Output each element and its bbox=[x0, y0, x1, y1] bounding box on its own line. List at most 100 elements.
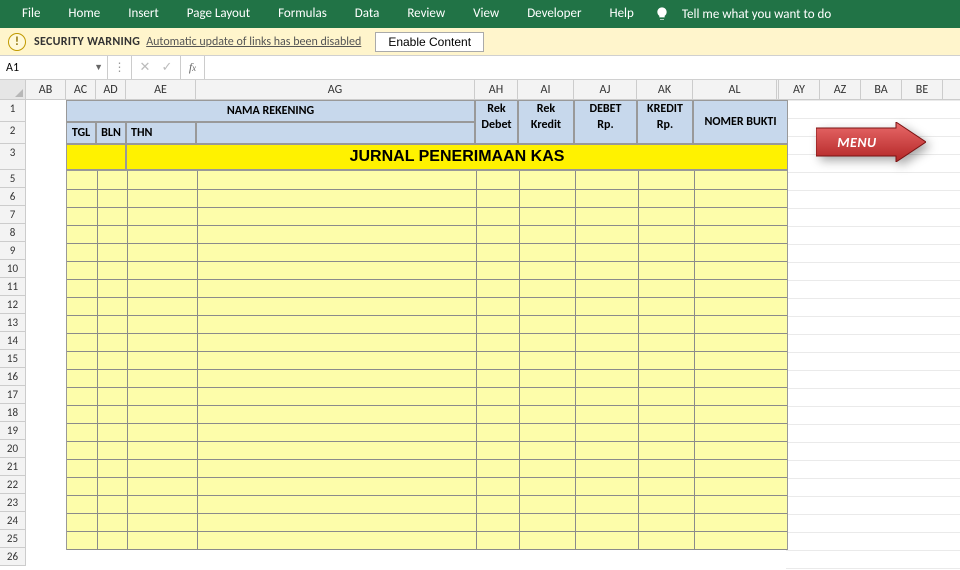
ribbon-tab-developer[interactable]: Developer bbox=[513, 0, 595, 28]
ribbon-tab-home[interactable]: Home bbox=[54, 0, 114, 28]
yellow-strip-left bbox=[66, 144, 126, 170]
cancel-icon: ✕ bbox=[134, 60, 156, 75]
header-kredit-l1: KREDIT bbox=[647, 102, 683, 116]
column-header-BE[interactable]: BE bbox=[902, 80, 943, 99]
header-kredit-l2: Rp. bbox=[657, 118, 673, 132]
ribbon-tab-help[interactable]: Help bbox=[595, 0, 647, 28]
column-header-AK[interactable]: AK bbox=[637, 80, 693, 99]
ribbon-tab-page-layout[interactable]: Page Layout bbox=[173, 0, 264, 28]
column-header-AJ[interactable]: AJ bbox=[574, 80, 637, 99]
header-rek-debet-l2: Debet bbox=[481, 118, 511, 132]
formula-bar-row: A1 ▼ ⋮ ✕ ✓ fx bbox=[0, 56, 960, 80]
name-box[interactable]: A1 ▼ bbox=[0, 56, 108, 79]
column-header-AL[interactable]: AL bbox=[693, 80, 777, 99]
header-rek-kredit-l2: Kredit bbox=[531, 118, 561, 132]
formula-actions: ✕ ✓ bbox=[132, 56, 181, 79]
header-kredit: KREDIT Rp. bbox=[637, 100, 693, 144]
column-header-AI[interactable]: AI bbox=[518, 80, 574, 99]
column-header-AC[interactable]: AC bbox=[66, 80, 96, 99]
row-header-7[interactable]: 7 bbox=[0, 206, 26, 224]
row-header-23[interactable]: 23 bbox=[0, 494, 26, 512]
row-header-16[interactable]: 16 bbox=[0, 368, 26, 386]
ribbon-tab-file[interactable]: File bbox=[8, 0, 54, 28]
row-header-13[interactable]: 13 bbox=[0, 314, 26, 332]
row-header-22[interactable]: 22 bbox=[0, 476, 26, 494]
header-rek-debet-l1: Rek bbox=[487, 102, 505, 116]
security-warning-message[interactable]: Automatic update of links has been disab… bbox=[146, 35, 361, 49]
ribbon-tab-formulas[interactable]: Formulas bbox=[264, 0, 341, 28]
menu-button[interactable]: MENU bbox=[816, 122, 926, 162]
enable-content-button[interactable]: Enable Content bbox=[375, 32, 484, 52]
cells-area[interactable]: NAMA REKENING TGL BLN THN Rek Debet Rek Kr… bbox=[26, 100, 960, 570]
header-nomer-bukti-label: NOMER BUKTI bbox=[694, 101, 787, 143]
column-header-AZ[interactable]: AZ bbox=[820, 80, 861, 99]
row-header-12[interactable]: 12 bbox=[0, 296, 26, 314]
row-header-9[interactable]: 9 bbox=[0, 242, 26, 260]
grid-lines bbox=[786, 100, 960, 570]
row-header-5[interactable]: 5 bbox=[0, 170, 26, 188]
header-debet: DEBET Rp. bbox=[574, 100, 637, 144]
select-all-button[interactable] bbox=[0, 80, 26, 99]
row-header-11[interactable]: 11 bbox=[0, 278, 26, 296]
worksheet: ABACADAEAGAHAIAJAKALAYAZBABE 12356789101… bbox=[0, 80, 960, 570]
header-rek-kredit: Rek Kredit bbox=[518, 100, 574, 144]
header-bln-label: BLN bbox=[97, 123, 125, 143]
title-text: JURNAL PENERIMAAN KAS bbox=[350, 148, 565, 165]
row-header-20[interactable]: 20 bbox=[0, 440, 26, 458]
ribbon-tab-insert[interactable]: Insert bbox=[114, 0, 173, 28]
tell-me-search[interactable]: Tell me what you want to do bbox=[676, 7, 831, 22]
ribbon-tab-review[interactable]: Review bbox=[393, 0, 459, 28]
formula-bar-separator: ⋮ bbox=[108, 56, 132, 79]
column-header-AB[interactable]: AB bbox=[26, 80, 66, 99]
ribbon-tab-view[interactable]: View bbox=[459, 0, 513, 28]
warning-icon: ! bbox=[8, 33, 26, 51]
row-header-15[interactable]: 15 bbox=[0, 350, 26, 368]
row-header-19[interactable]: 19 bbox=[0, 422, 26, 440]
ribbon: File Home Insert Page Layout Formulas Da… bbox=[0, 0, 960, 28]
column-header-strip: ABACADAEAGAHAIAJAKALAYAZBABE bbox=[26, 80, 943, 99]
row-header-2[interactable]: 2 bbox=[0, 122, 26, 144]
row-header-6[interactable]: 6 bbox=[0, 188, 26, 206]
row-header-14[interactable]: 14 bbox=[0, 332, 26, 350]
fx-icon[interactable]: fx bbox=[181, 56, 205, 79]
row-header-26[interactable]: 26 bbox=[0, 548, 26, 566]
row-header-1[interactable]: 1 bbox=[0, 100, 26, 122]
data-grid[interactable] bbox=[66, 170, 788, 550]
row-header-18[interactable]: 18 bbox=[0, 404, 26, 422]
row-header-25[interactable]: 25 bbox=[0, 530, 26, 548]
header-bln: BLN bbox=[96, 122, 126, 144]
formula-input[interactable] bbox=[205, 56, 960, 79]
lightbulb-icon bbox=[648, 6, 676, 22]
header-debet-l1: DEBET bbox=[590, 102, 622, 116]
security-warning-label: SECURITY WARNING bbox=[34, 35, 140, 49]
row-header-10[interactable]: 10 bbox=[0, 260, 26, 278]
enter-icon: ✓ bbox=[156, 60, 178, 75]
header-rek-debet: Rek Debet bbox=[475, 100, 518, 144]
column-header-AG[interactable]: AG bbox=[196, 80, 475, 99]
menu-button-label: MENU bbox=[816, 122, 898, 162]
row-header-3[interactable]: 3 bbox=[0, 144, 26, 170]
title-bar: JURNAL PENERIMAAN KAS bbox=[126, 144, 788, 170]
row-header-21[interactable]: 21 bbox=[0, 458, 26, 476]
row-header-17[interactable]: 17 bbox=[0, 386, 26, 404]
row-header-8[interactable]: 8 bbox=[0, 224, 26, 242]
row-headers: 1235678910111213141516171819202122232425… bbox=[0, 100, 26, 570]
column-header-AY[interactable]: AY bbox=[779, 80, 820, 99]
column-header-AH[interactable]: AH bbox=[475, 80, 518, 99]
header-nomer-bukti: NOMER BUKTI bbox=[693, 100, 788, 144]
row-header-24[interactable]: 24 bbox=[0, 512, 26, 530]
header-tgl-label: TGL bbox=[67, 123, 95, 143]
header-thn: THN bbox=[126, 122, 196, 144]
column-header-AD[interactable]: AD bbox=[96, 80, 126, 99]
header-nama-rekening: NAMA REKENING bbox=[66, 100, 475, 122]
header-nama-rekening-label: NAMA REKENING bbox=[67, 101, 474, 121]
column-header-BA[interactable]: BA bbox=[861, 80, 902, 99]
chevron-down-icon[interactable]: ▼ bbox=[94, 62, 103, 73]
header-rek-kredit-l1: Rek bbox=[537, 102, 555, 116]
header-tgl: TGL bbox=[66, 122, 96, 144]
header-debet-l2: Rp. bbox=[597, 118, 613, 132]
column-header-AE[interactable]: AE bbox=[126, 80, 196, 99]
ribbon-tab-data[interactable]: Data bbox=[341, 0, 394, 28]
header-blank-ag bbox=[196, 122, 475, 144]
name-box-value: A1 bbox=[6, 61, 19, 75]
